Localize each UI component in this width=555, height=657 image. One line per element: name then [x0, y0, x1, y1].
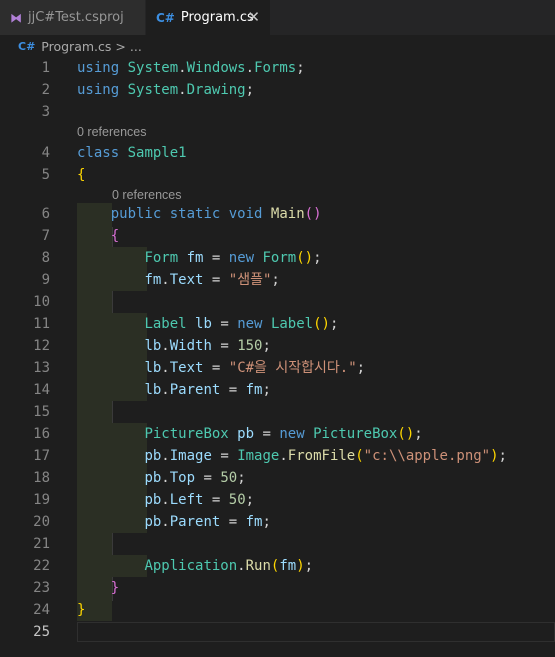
line-number: 6 — [41, 206, 50, 222]
line-content: using System.Windows.Forms; — [77, 60, 305, 76]
line-number: 2 — [41, 82, 50, 98]
line-content: fm.Text = "샘플"; — [144, 272, 280, 288]
code-editor[interactable]: 1 using System.Windows.Forms; 2 using Sy… — [0, 57, 555, 657]
tab-label: Program.cs — [180, 10, 254, 25]
line-number: 16 — [33, 426, 50, 442]
line-content: } — [110, 580, 120, 596]
line-number: 22 — [33, 558, 50, 574]
code-line: 10 — [0, 291, 555, 313]
line-content: public static void Main() — [110, 206, 322, 222]
code-line: 22 Application.Run(fm); — [0, 555, 555, 577]
line-number: 25 — [33, 624, 50, 640]
code-line: 5 { — [0, 164, 555, 186]
line-number: 11 — [33, 316, 50, 332]
code-line: 18 pb.Top = 50; — [0, 467, 555, 489]
codelens-references[interactable]: 0 references — [112, 185, 181, 205]
tab-project[interactable]: ⧓ jjC#Test.csproj — [0, 0, 146, 35]
line-number: 13 — [33, 360, 50, 376]
code-line: 24 } — [0, 599, 555, 621]
line-content: using System.Drawing; — [77, 82, 255, 98]
line-content: Application.Run(fm); — [144, 558, 314, 574]
line-number: 19 — [33, 492, 50, 508]
code-line: 7 { — [0, 225, 555, 247]
line-number: 14 — [33, 382, 50, 398]
line-content: { — [77, 167, 86, 183]
code-line: 4 class Sample1 — [0, 142, 555, 164]
code-line: 8 Form fm = new Form(); — [0, 247, 555, 269]
line-number: 9 — [41, 272, 50, 288]
code-line: 15 — [0, 401, 555, 423]
line-number: 17 — [33, 448, 50, 464]
line-content: class Sample1 — [77, 145, 187, 161]
line-number: 21 — [33, 536, 50, 552]
code-line: 21 — [0, 533, 555, 555]
code-line: 17 pb.Image = Image.FromFile("c:\\apple.… — [0, 445, 555, 467]
line-content: Label lb = new Label(); — [144, 316, 339, 332]
current-line-highlight — [77, 622, 555, 642]
breadcrumb-more[interactable]: ... — [130, 39, 142, 54]
code-line: 11 Label lb = new Label(); — [0, 313, 555, 335]
code-line: 3 — [0, 101, 555, 123]
line-content: pb.Parent = fm; — [144, 514, 271, 530]
line-number: 18 — [33, 470, 50, 486]
code-line: 14 lb.Parent = fm; — [0, 379, 555, 401]
breadcrumb: C# Program.cs > ... — [0, 35, 555, 57]
line-number: 24 — [33, 602, 50, 618]
line-content: lb.Width = 150; — [144, 338, 271, 354]
line-number: 23 — [33, 580, 50, 596]
line-number: 8 — [41, 250, 50, 266]
code-line: 23 } — [0, 577, 555, 599]
code-line: 9 fm.Text = "샘플"; — [0, 269, 555, 291]
line-content: { — [110, 228, 120, 244]
line-content: lb.Text = "C#을 시작합시다."; — [144, 360, 366, 376]
line-number: 4 — [41, 145, 50, 161]
line-content: pb.Top = 50; — [144, 470, 246, 486]
close-icon[interactable]: ✕ — [247, 8, 260, 26]
line-number: 20 — [33, 514, 50, 530]
line-number: 5 — [41, 167, 50, 183]
line-number: 1 — [41, 60, 50, 76]
code-line: 20 pb.Parent = fm; — [0, 511, 555, 533]
line-number: 12 — [33, 338, 50, 354]
code-line: 16 PictureBox pb = new PictureBox(); — [0, 423, 555, 445]
line-content: PictureBox pb = new PictureBox(); — [144, 426, 423, 442]
line-number: 15 — [33, 404, 50, 420]
chevron-right-icon: > — [115, 38, 126, 54]
breadcrumb-file[interactable]: Program.cs — [41, 39, 111, 54]
tab-bar: ⧓ jjC#Test.csproj C# Program.cs ✕ — [0, 0, 555, 35]
csharp-file-icon: C# — [18, 39, 36, 53]
tab-program-cs[interactable]: C# Program.cs ✕ — [146, 0, 270, 35]
code-line: 2 using System.Drawing; — [0, 79, 555, 101]
line-number: 7 — [41, 228, 50, 244]
code-line: 1 using System.Windows.Forms; — [0, 57, 555, 79]
line-content: pb.Image = Image.FromFile("c:\\apple.png… — [144, 448, 507, 464]
code-line-current: 25 — [0, 621, 555, 643]
vs-project-icon: ⧓ — [10, 10, 22, 25]
code-line: 13 lb.Text = "C#을 시작합시다."; — [0, 357, 555, 379]
code-line: 19 pb.Left = 50; — [0, 489, 555, 511]
line-content: pb.Left = 50; — [144, 492, 255, 508]
line-content: lb.Parent = fm; — [144, 382, 271, 398]
line-content: } — [77, 602, 86, 618]
codelens-references[interactable]: 0 references — [77, 122, 146, 142]
csharp-file-icon: C# — [156, 10, 175, 25]
tab-label: jjC#Test.csproj — [28, 10, 124, 25]
code-line: 6 public static void Main() — [0, 203, 555, 225]
line-number: 10 — [33, 294, 50, 310]
line-number: 3 — [41, 104, 50, 120]
code-line: 12 lb.Width = 150; — [0, 335, 555, 357]
line-content: Form fm = new Form(); — [144, 250, 322, 266]
